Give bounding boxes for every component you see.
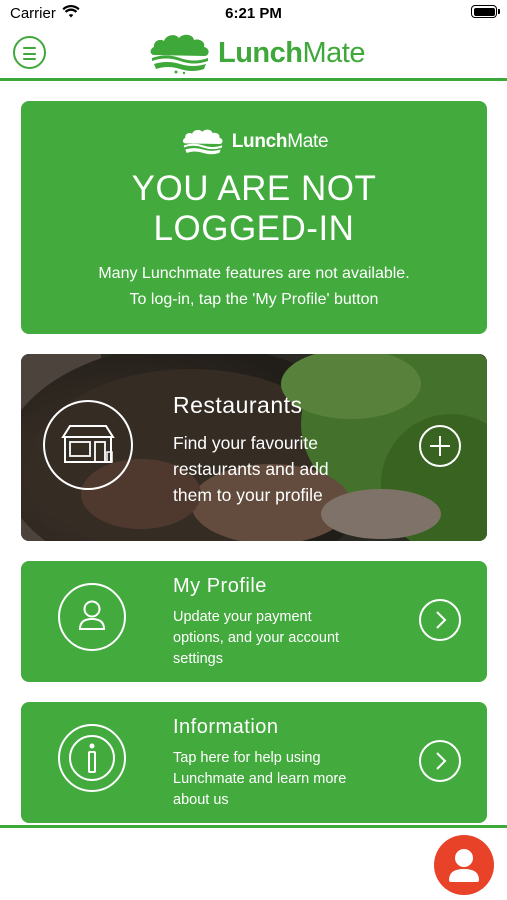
my-profile-title: My Profile <box>173 575 267 597</box>
notice-message-line-1: Many Lunchmate features are not availabl… <box>98 265 410 282</box>
add-restaurant-button[interactable] <box>419 425 461 467</box>
logo-bold-text: Lunch <box>218 36 303 69</box>
restaurants-card[interactable]: Restaurants Find your favourite restaura… <box>21 354 487 541</box>
top-navbar: LunchMate <box>0 28 507 78</box>
profile-desc-line-1: Update your payment <box>173 609 312 625</box>
restaurants-desc-line-1: Find your favourite <box>173 433 318 453</box>
open-information-button[interactable] <box>419 740 461 782</box>
status-bar: Carrier 6:21 PM <box>0 0 507 28</box>
notice-logo-bold: Lunch <box>231 131 288 152</box>
cloud-logo-icon <box>150 34 209 75</box>
info-icon-circle <box>58 724 126 792</box>
store-icon <box>61 425 115 463</box>
avatar-icon <box>449 849 479 882</box>
user-icon <box>78 600 106 630</box>
notice-message-line-2: To log-in, tap the 'My Profile' button <box>129 291 379 308</box>
login-notice-card: LunchMate YOU ARE NOT LOGGED-IN Many Lun… <box>21 101 487 334</box>
menu-icon <box>23 47 36 49</box>
my-profile-description: Update your payment options, and your ac… <box>173 607 339 670</box>
app-logo: LunchMate <box>148 30 365 76</box>
information-description: Tap here for help using Lunchmate and le… <box>173 748 346 811</box>
logo-wordmark: LunchMate <box>218 37 365 70</box>
profile-avatar-button[interactable] <box>434 835 494 895</box>
not-logged-in-heading: YOU ARE NOT LOGGED-IN <box>21 169 487 249</box>
heading-line-2: LOGGED-IN <box>153 209 355 248</box>
information-title: Information <box>173 716 279 738</box>
chevron-right-icon <box>436 752 447 770</box>
restaurants-desc-line-2: restaurants and add <box>173 459 329 479</box>
clock: 6:21 PM <box>225 5 282 22</box>
notice-message: Many Lunchmate features are not availabl… <box>21 261 487 313</box>
menu-icon <box>23 58 36 60</box>
restaurants-description: Find your favourite restaurants and add … <box>173 430 329 508</box>
notice-logo: LunchMate <box>21 127 487 157</box>
notice-logo-wordmark: LunchMate <box>232 131 329 153</box>
restaurants-desc-line-3: them to your profile <box>173 485 323 505</box>
battery-icon <box>471 5 500 18</box>
menu-icon <box>23 52 36 55</box>
open-profile-button[interactable] <box>419 599 461 641</box>
chevron-right-icon <box>436 611 447 629</box>
profile-desc-line-2: options, and your account <box>173 630 340 646</box>
info-desc-line-2: Lunchmate and learn more <box>173 771 347 787</box>
restaurants-title: Restaurants <box>173 392 303 418</box>
profile-icon-circle <box>58 583 126 651</box>
info-icon <box>69 735 115 781</box>
cloud-logo-icon <box>182 129 223 155</box>
logo-light-text: Mate <box>302 36 366 69</box>
info-desc-line-3: about us <box>173 792 229 808</box>
plus-icon <box>430 436 450 456</box>
restaurants-icon-circle <box>43 400 133 490</box>
profile-desc-line-3: settings <box>173 651 223 667</box>
my-profile-card[interactable]: My Profile Update your payment options, … <box>21 561 487 682</box>
menu-button[interactable] <box>13 36 46 69</box>
footer-divider <box>0 825 507 828</box>
information-card[interactable]: Information Tap here for help using Lunc… <box>21 702 487 823</box>
header-divider <box>0 78 507 81</box>
heading-line-1: YOU ARE NOT <box>131 169 377 208</box>
notice-logo-light: Mate <box>287 131 329 152</box>
info-desc-line-1: Tap here for help using <box>173 750 321 766</box>
